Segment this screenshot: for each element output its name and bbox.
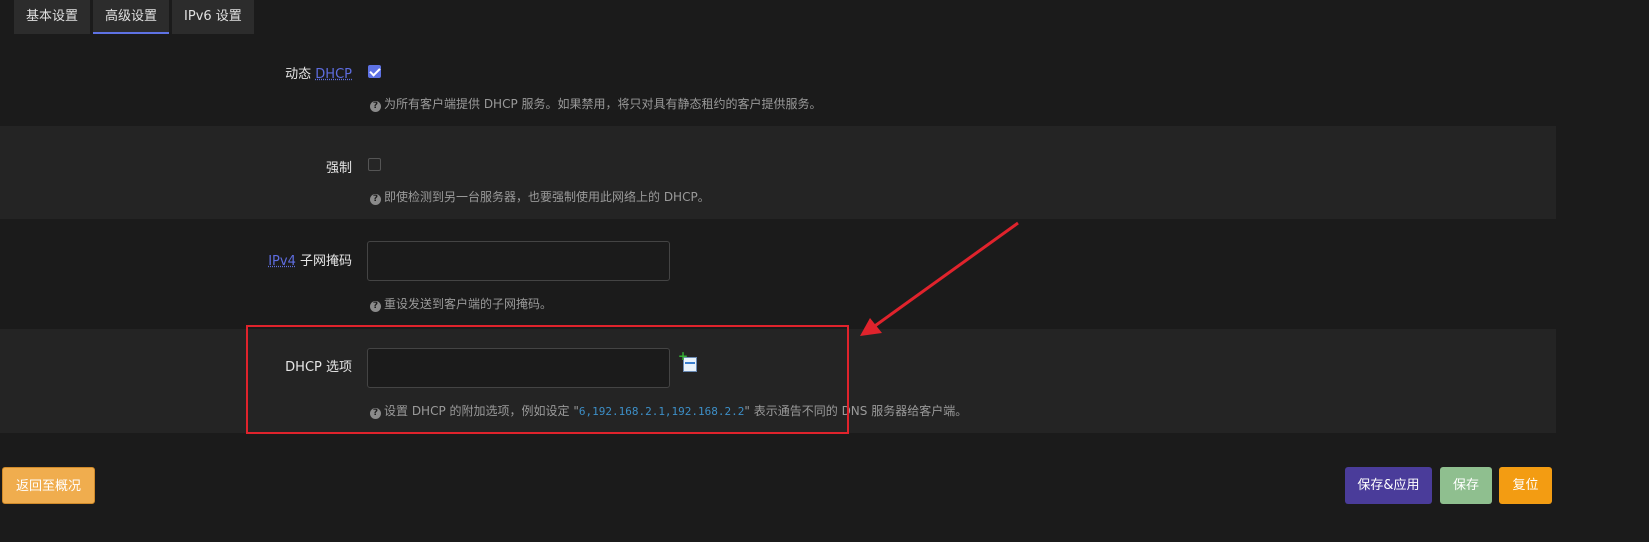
question-circle-icon: ? — [370, 101, 381, 112]
tab-bar: 基本设置 高级设置 IPv6 设置 — [14, 0, 257, 36]
save-button[interactable]: 保存 — [1440, 467, 1492, 504]
question-circle-icon: ? — [370, 408, 381, 419]
right-margin — [1556, 0, 1649, 452]
dhcp-options-label: DHCP 选项 — [285, 360, 352, 375]
ipv4-abbr: IPv4 — [268, 254, 296, 269]
force-label: 强制 — [325, 161, 352, 176]
dhcp-options-help-before: 设置 DHCP 的附加选项，例如设定 " — [384, 404, 579, 418]
add-item-icon[interactable] — [678, 349, 697, 372]
ipv4-netmask-label-text: 子网掩码 — [295, 254, 352, 269]
dynamic-dhcp-help: ? 为所有客户端提供 DHCP 服务。如果禁用，将只对具有静态租约的客户提供服务。 — [370, 95, 822, 112]
dynamic-dhcp-row: 动态 DHCP ? 为所有客户端提供 DHCP 服务。如果禁用，将只对具有静态租约… — [0, 38, 1556, 126]
dhcp-options-example-code: 6,192.168.2.1,192.168.2.2 — [578, 405, 745, 418]
ipv4-netmask-help-text: 重设发送到客户端的子网掩码。 — [384, 297, 553, 311]
dhcp-options-input[interactable] — [367, 348, 670, 388]
reset-button[interactable]: 复位 — [1499, 467, 1552, 504]
ipv4-netmask-label: IPv4 子网掩码 — [268, 250, 352, 269]
save-apply-button[interactable]: 保存&应用 — [1345, 467, 1432, 504]
ipv4-netmask-help: ? 重设发送到客户端的子网掩码。 — [370, 295, 552, 312]
dhcp-options-row: DHCP 选项 ?设置 DHCP 的附加选项，例如设定 "6,192.168.2… — [0, 329, 1556, 433]
dhcp-options-help: ? 设置 DHCP 的附加选项，例如设定 "6,192.168.2.1,192.1… — [370, 402, 967, 419]
ipv4-netmask-row: IPv4 子网掩码 ? 重设发送到客户端的子网掩码。 — [0, 219, 1556, 329]
force-help: ? 即使检测到另一台服务器，也要强制使用此网络上的 DHCP。 — [370, 188, 710, 205]
dynamic-dhcp-label-text: 动态 — [285, 67, 316, 82]
dhcp-options-help-after: " 表示通告不同的 DNS 服务器给客户端。 — [744, 404, 968, 418]
tab-advanced-settings[interactable]: 高级设置 — [93, 0, 170, 34]
dynamic-dhcp-help-text: 为所有客户端提供 DHCP 服务。如果禁用，将只对具有静态租约的客户提供服务。 — [384, 97, 822, 111]
dhcp-abbr: DHCP — [315, 67, 352, 82]
question-circle-icon: ? — [370, 301, 381, 312]
question-circle-icon: ? — [370, 194, 381, 205]
force-checkbox[interactable] — [368, 158, 381, 171]
dynamic-dhcp-label: 动态 DHCP — [285, 63, 352, 82]
force-row: 强制 ? 即使检测到另一台服务器，也要强制使用此网络上的 DHCP。 — [0, 126, 1556, 219]
dynamic-dhcp-checkbox[interactable] — [368, 65, 381, 78]
tab-ipv6-settings[interactable]: IPv6 设置 — [172, 0, 254, 34]
tab-basic-settings[interactable]: 基本设置 — [14, 0, 91, 34]
back-to-overview-button[interactable]: 返回至概况 — [2, 467, 95, 504]
force-help-text: 即使检测到另一台服务器，也要强制使用此网络上的 DHCP。 — [384, 190, 710, 204]
dhcp-settings-page: 基本设置 高级设置 IPv6 设置 动态 DHCP ? 为所有客户端提供 DHCP… — [0, 0, 1649, 542]
ipv4-netmask-input[interactable] — [367, 241, 670, 281]
